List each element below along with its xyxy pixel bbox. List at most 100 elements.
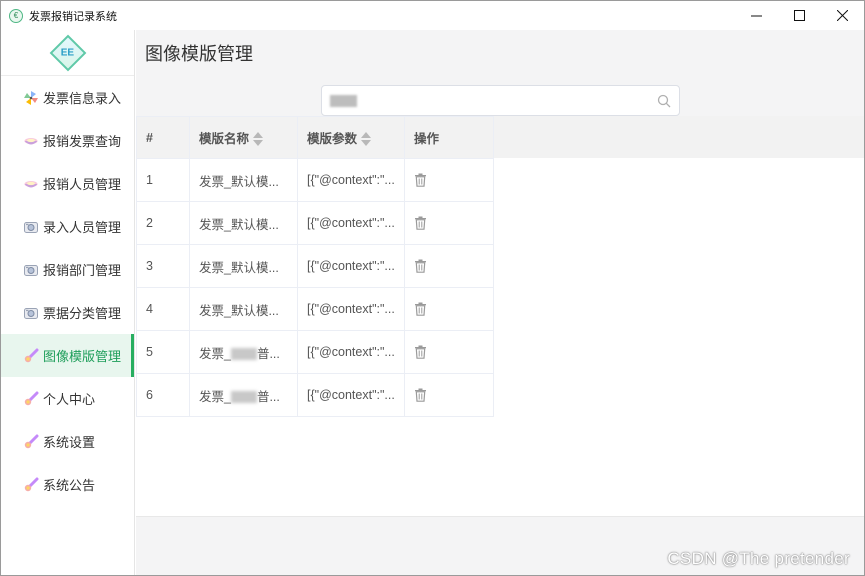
table-body: 1 发票_默认模... [{"@context":"... 2 发票_默认模... [{"… bbox=[136, 158, 494, 417]
title-bar[interactable]: € 发票报销记录系统 bbox=[1, 1, 864, 30]
cell-actions bbox=[404, 158, 494, 202]
row-index: 1 bbox=[146, 173, 153, 187]
cell-params: [{"@context":"... bbox=[297, 158, 405, 202]
cell-actions bbox=[404, 201, 494, 245]
cell-actions bbox=[404, 373, 494, 417]
sidebar-item-label: 报销发票查询 bbox=[43, 134, 122, 149]
app-window: € 发票报销记录系统 EE 发票信息录入 报销发票查询 报销人员管理 录入人员管理 报销… bbox=[0, 0, 865, 576]
pinwheel-icon bbox=[23, 90, 39, 106]
table-row[interactable]: 5 发票_ 普... [{"@context":"... bbox=[136, 330, 494, 374]
delete-icon[interactable] bbox=[414, 173, 427, 188]
maximize-button[interactable] bbox=[778, 1, 821, 30]
row-index: 5 bbox=[146, 345, 153, 359]
sidebar-item-label: 系统公告 bbox=[43, 478, 96, 493]
sidebar-item-6[interactable]: 票据分类管理 bbox=[1, 291, 134, 334]
row-index: 2 bbox=[146, 216, 153, 230]
camera-icon bbox=[23, 305, 39, 321]
close-icon bbox=[837, 10, 848, 21]
delete-icon[interactable] bbox=[414, 216, 427, 231]
template-name-prefix: 发票_ bbox=[199, 346, 231, 361]
sidebar-item-label: 系统设置 bbox=[43, 435, 96, 450]
page-title: 图像模版管理 bbox=[145, 44, 253, 64]
search-input[interactable] bbox=[322, 86, 679, 115]
sidebar-item-label: 报销部门管理 bbox=[43, 263, 122, 278]
table-row[interactable]: 1 发票_默认模... [{"@context":"... bbox=[136, 158, 494, 202]
cell-name: 发票_ 普... bbox=[189, 330, 298, 374]
app-icon: € bbox=[9, 8, 23, 23]
template-params: [{"@context":"... bbox=[307, 345, 395, 359]
template-table: # 模版名称 模版参数 操作 1 发票_默认模... [{"@context":".… bbox=[136, 116, 494, 417]
template-name: 发票_默认模... bbox=[199, 260, 279, 275]
comet-icon bbox=[23, 434, 39, 450]
cell-index: 5 bbox=[136, 330, 190, 374]
search-icon[interactable] bbox=[657, 94, 671, 108]
column-header-params[interactable]: 模版参数 bbox=[297, 116, 405, 159]
redacted-text bbox=[230, 348, 257, 361]
cell-params: [{"@context":"... bbox=[297, 287, 405, 331]
template-table-area: # 模版名称 模版参数 操作 1 发票_默认模... [{"@context":".… bbox=[136, 116, 864, 516]
comet-icon bbox=[23, 391, 39, 407]
delete-icon[interactable] bbox=[414, 302, 427, 317]
delete-icon[interactable] bbox=[414, 345, 427, 360]
sidebar-item-10[interactable]: 系统公告 bbox=[1, 463, 134, 506]
sidebar: EE 发票信息录入 报销发票查询 报销人员管理 录入人员管理 报销部门管理 票据分类管理图… bbox=[1, 30, 135, 575]
template-params: [{"@context":"... bbox=[307, 388, 395, 402]
sort-icon[interactable] bbox=[361, 131, 372, 147]
column-header-name[interactable]: 模版名称 bbox=[189, 116, 298, 159]
cell-name: 发票_默认模... bbox=[189, 201, 298, 245]
sidebar-menu: 发票信息录入 报销发票查询报销人员管理 录入人员管理报销部门管理 票据分类管理 图像模版… bbox=[1, 76, 134, 506]
sidebar-item-9[interactable]: 系统设置 bbox=[1, 420, 134, 463]
sidebar-item-5[interactable]: 报销部门管理 bbox=[1, 248, 134, 291]
search-box[interactable] bbox=[321, 85, 680, 116]
comet-icon bbox=[23, 348, 39, 364]
delete-icon[interactable] bbox=[414, 388, 427, 403]
cell-index: 4 bbox=[136, 287, 190, 331]
camera-icon bbox=[23, 262, 39, 278]
window-title: 发票报销记录系统 bbox=[29, 10, 117, 23]
sidebar-item-7[interactable]: 图像模版管理 bbox=[1, 334, 134, 377]
sidebar-item-label: 票据分类管理 bbox=[43, 306, 122, 321]
column-header-actions: 操作 bbox=[404, 116, 494, 159]
sidebar-item-label: 发票信息录入 bbox=[43, 91, 122, 106]
sidebar-item-1[interactable]: 发票信息录入 bbox=[1, 76, 134, 119]
table-header-row: # 模版名称 模版参数 操作 bbox=[136, 116, 494, 159]
sort-icon[interactable] bbox=[253, 131, 264, 147]
template-name-suffix: 普... bbox=[256, 389, 280, 404]
cell-name: 发票_默认模... bbox=[189, 244, 298, 288]
column-header-label: 模版参数 bbox=[307, 131, 358, 146]
sidebar-item-label: 图像模版管理 bbox=[43, 349, 122, 364]
column-header-label: 模版名称 bbox=[199, 131, 250, 146]
delete-icon[interactable] bbox=[414, 259, 427, 274]
cell-name: 发票_默认模... bbox=[189, 287, 298, 331]
column-header-label: 操作 bbox=[414, 132, 440, 146]
comet-icon bbox=[23, 477, 39, 493]
sidebar-item-2[interactable]: 报销发票查询 bbox=[1, 119, 134, 162]
cell-name: 发票_默认模... bbox=[189, 158, 298, 202]
minimize-button[interactable] bbox=[735, 1, 778, 30]
template-params: [{"@context":"... bbox=[307, 259, 395, 273]
column-header-label: # bbox=[146, 130, 153, 145]
sidebar-item-label: 个人中心 bbox=[43, 392, 96, 407]
template-name-prefix: 发票_ bbox=[199, 389, 231, 404]
table-row[interactable]: 2 发票_默认模... [{"@context":"... bbox=[136, 201, 494, 245]
cell-actions bbox=[404, 244, 494, 288]
sidebar-item-8[interactable]: 个人中心 bbox=[1, 377, 134, 420]
close-button[interactable] bbox=[821, 1, 864, 30]
table-row[interactable]: 4 发票_默认模... [{"@context":"... bbox=[136, 287, 494, 331]
cell-index: 3 bbox=[136, 244, 190, 288]
cake-icon bbox=[23, 176, 39, 192]
template-params: [{"@context":"... bbox=[307, 302, 395, 316]
template-name: 发票_默认模... bbox=[199, 303, 279, 318]
sidebar-item-3[interactable]: 报销人员管理 bbox=[1, 162, 134, 205]
cell-index: 1 bbox=[136, 158, 190, 202]
cell-params: [{"@context":"... bbox=[297, 373, 405, 417]
sidebar-item-4[interactable]: 录入人员管理 bbox=[1, 205, 134, 248]
cell-name: 发票_ 普... bbox=[189, 373, 298, 417]
table-row[interactable]: 3 发票_默认模... [{"@context":"... bbox=[136, 244, 494, 288]
cell-params: [{"@context":"... bbox=[297, 201, 405, 245]
cell-index: 2 bbox=[136, 201, 190, 245]
row-index: 6 bbox=[146, 388, 153, 402]
watermark: CSDN @The pretender bbox=[667, 549, 850, 568]
column-header-index: # bbox=[136, 116, 190, 159]
table-row[interactable]: 6 发票_ 普... [{"@context":"... bbox=[136, 373, 494, 417]
